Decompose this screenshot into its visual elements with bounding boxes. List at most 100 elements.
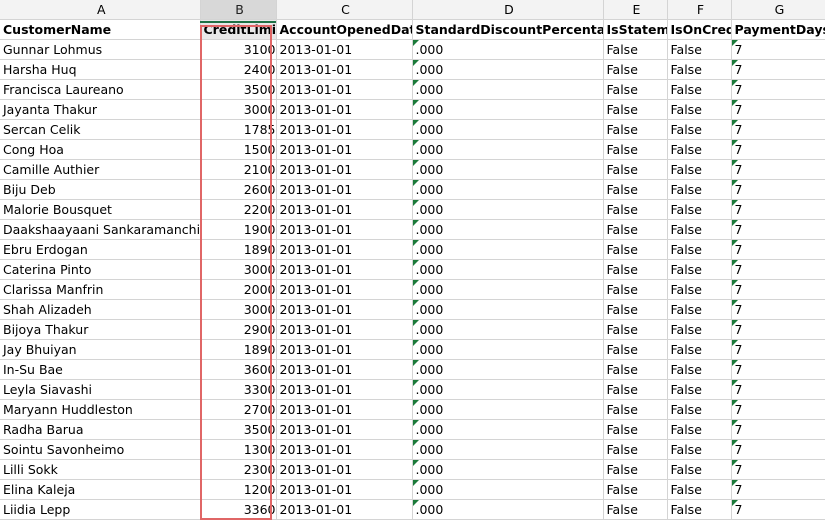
is-statement-sent-cell[interactable]: False (603, 119, 668, 140)
payment-days-cell[interactable]: 7 (731, 279, 825, 300)
column-header-a[interactable]: A (0, 0, 201, 20)
account-opened-date-cell[interactable]: 2013-01-01 (276, 339, 413, 360)
is-on-credit-hold-cell[interactable]: False (667, 419, 732, 440)
customer-name-cell[interactable]: Elina Kaleja (0, 479, 201, 500)
payment-days-cell[interactable]: 7 (731, 439, 825, 460)
customer-name-cell[interactable]: Radha Barua (0, 419, 201, 440)
payment-days-cell[interactable]: 7 (731, 479, 825, 500)
customer-name-cell[interactable]: Jayanta Thakur (0, 99, 201, 120)
is-statement-sent-cell[interactable]: False (603, 139, 668, 160)
credit-limit-cell[interactable]: 2300 (200, 459, 277, 480)
discount-percentage-cell[interactable]: .000 (412, 199, 604, 220)
customer-name-cell[interactable]: Maryann Huddleston (0, 399, 201, 420)
account-opened-date-cell[interactable]: 2013-01-01 (276, 359, 413, 380)
credit-limit-cell[interactable]: 2700 (200, 399, 277, 420)
account-opened-date-cell[interactable]: 2013-01-01 (276, 439, 413, 460)
credit-limit-cell[interactable]: 3360 (200, 499, 277, 520)
discount-percentage-cell[interactable]: .000 (412, 499, 604, 520)
is-statement-sent-cell[interactable]: False (603, 219, 668, 240)
is-on-credit-hold-cell[interactable]: False (667, 299, 732, 320)
payment-days-cell[interactable]: 7 (731, 59, 825, 80)
credit-limit-cell[interactable]: 3300 (200, 379, 277, 400)
customer-name-cell[interactable]: Liidia Lepp (0, 499, 201, 520)
is-statement-sent-cell[interactable]: False (603, 179, 668, 200)
customer-name-cell[interactable]: Caterina Pinto (0, 259, 201, 280)
account-opened-date-cell[interactable]: 2013-01-01 (276, 419, 413, 440)
column-header-row[interactable]: ABCDEFG (0, 0, 825, 20)
discount-percentage-cell[interactable]: .000 (412, 379, 604, 400)
customer-name-cell[interactable]: Camille Authier (0, 159, 201, 180)
column-header-e[interactable]: E (603, 0, 668, 20)
customer-name-cell[interactable]: Biju Deb (0, 179, 201, 200)
payment-days-cell[interactable]: 7 (731, 239, 825, 260)
credit-limit-cell[interactable]: 1300 (200, 439, 277, 460)
discount-percentage-cell[interactable]: .000 (412, 239, 604, 260)
is-on-credit-hold-cell[interactable]: False (667, 239, 732, 260)
discount-percentage-cell[interactable]: .000 (412, 139, 604, 160)
discount-percentage-cell[interactable]: .000 (412, 59, 604, 80)
is-on-credit-hold-cell[interactable]: False (667, 499, 732, 520)
is-on-credit-hold-cell[interactable]: False (667, 439, 732, 460)
customer-name-cell[interactable]: Jay Bhuiyan (0, 339, 201, 360)
payment-days-cell[interactable]: 7 (731, 199, 825, 220)
payment-days-cell[interactable]: 7 (731, 179, 825, 200)
customer-name-cell[interactable]: Sointu Savonheimo (0, 439, 201, 460)
account-opened-date-cell[interactable]: 2013-01-01 (276, 479, 413, 500)
discount-percentage-cell[interactable]: .000 (412, 319, 604, 340)
payment-days-cell[interactable]: 7 (731, 259, 825, 280)
is-statement-sent-cell[interactable]: False (603, 239, 668, 260)
is-on-credit-hold-cell[interactable]: False (667, 399, 732, 420)
credit-limit-cell[interactable]: 3000 (200, 299, 277, 320)
account-opened-date-cell[interactable]: 2013-01-01 (276, 379, 413, 400)
account-opened-date-cell[interactable]: 2013-01-01 (276, 119, 413, 140)
is-on-credit-hold-cell[interactable]: False (667, 119, 732, 140)
credit-limit-cell[interactable]: 2900 (200, 319, 277, 340)
is-statement-sent-cell[interactable]: False (603, 319, 668, 340)
credit-limit-cell[interactable]: 3100 (200, 39, 277, 60)
is-on-credit-hold-cell[interactable]: False (667, 79, 732, 100)
discount-percentage-cell[interactable]: .000 (412, 179, 604, 200)
customer-name-cell[interactable]: Ebru Erdogan (0, 239, 201, 260)
column-header-g[interactable]: G (731, 0, 825, 20)
account-opened-date-cell[interactable]: 2013-01-01 (276, 499, 413, 520)
is-statement-sent-cell[interactable]: False (603, 199, 668, 220)
credit-limit-cell[interactable]: 2600 (200, 179, 277, 200)
column-header-c[interactable]: C (276, 0, 413, 20)
credit-limit-cell[interactable]: 1200 (200, 479, 277, 500)
credit-limit-cell[interactable]: 1890 (200, 339, 277, 360)
customer-name-cell[interactable]: Gunnar Lohmus (0, 39, 201, 60)
credit-limit-cell[interactable]: 3000 (200, 99, 277, 120)
customer-name-cell[interactable]: Bijoya Thakur (0, 319, 201, 340)
discount-percentage-cell[interactable]: .000 (412, 259, 604, 280)
payment-days-cell[interactable]: 7 (731, 159, 825, 180)
payment-days-cell[interactable]: 7 (731, 139, 825, 160)
customer-name-cell[interactable]: Daakshaayaani Sankaramanchi (0, 219, 201, 240)
column-header-f[interactable]: F (667, 0, 732, 20)
account-opened-date-cell[interactable]: 2013-01-01 (276, 399, 413, 420)
account-opened-date-cell[interactable]: 2013-01-01 (276, 459, 413, 480)
credit-limit-cell[interactable]: 1785 (200, 119, 277, 140)
is-statement-sent-cell[interactable]: False (603, 79, 668, 100)
header-cell-isstateme[interactable]: IsStateme (603, 19, 668, 40)
header-cell-standarddiscountpercentage[interactable]: StandardDiscountPercentage (412, 19, 604, 40)
discount-percentage-cell[interactable]: .000 (412, 479, 604, 500)
discount-percentage-cell[interactable]: .000 (412, 419, 604, 440)
is-on-credit-hold-cell[interactable]: False (667, 319, 732, 340)
is-statement-sent-cell[interactable]: False (603, 359, 668, 380)
account-opened-date-cell[interactable]: 2013-01-01 (276, 79, 413, 100)
discount-percentage-cell[interactable]: .000 (412, 339, 604, 360)
is-statement-sent-cell[interactable]: False (603, 419, 668, 440)
payment-days-cell[interactable]: 7 (731, 119, 825, 140)
customer-name-cell[interactable]: Harsha Huq (0, 59, 201, 80)
is-on-credit-hold-cell[interactable]: False (667, 459, 732, 480)
payment-days-cell[interactable]: 7 (731, 219, 825, 240)
is-on-credit-hold-cell[interactable]: False (667, 39, 732, 60)
customer-name-cell[interactable]: Shah Alizadeh (0, 299, 201, 320)
account-opened-date-cell[interactable]: 2013-01-01 (276, 179, 413, 200)
column-header-d[interactable]: D (412, 0, 604, 20)
credit-limit-cell[interactable]: 2200 (200, 199, 277, 220)
payment-days-cell[interactable]: 7 (731, 39, 825, 60)
column-header-b[interactable]: B (200, 0, 277, 20)
account-opened-date-cell[interactable]: 2013-01-01 (276, 199, 413, 220)
is-on-credit-hold-cell[interactable]: False (667, 159, 732, 180)
